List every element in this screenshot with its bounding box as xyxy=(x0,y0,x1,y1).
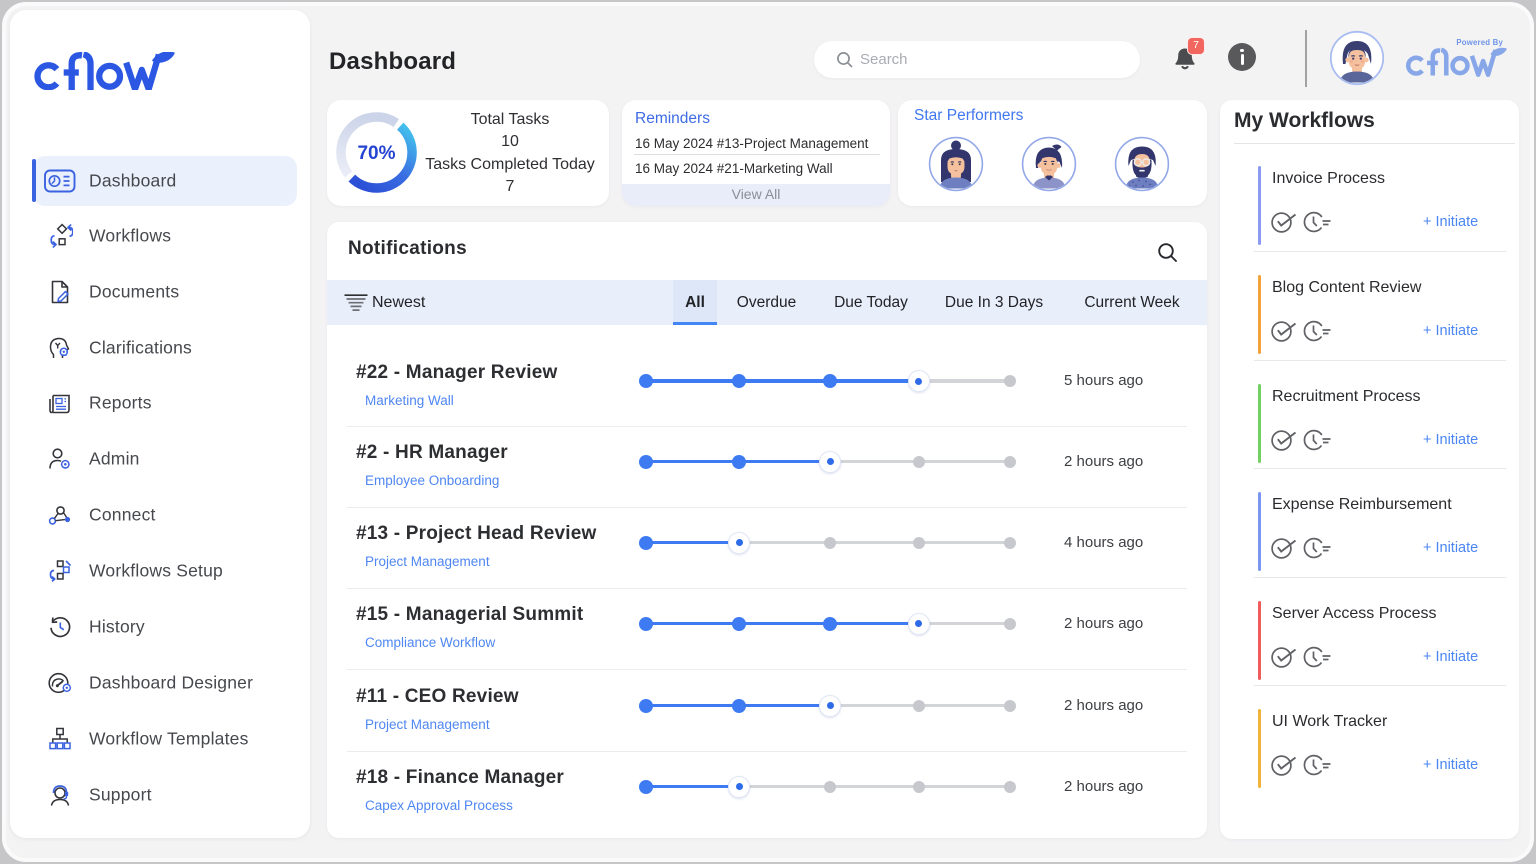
svg-text:Powered By: Powered By xyxy=(1456,38,1503,47)
